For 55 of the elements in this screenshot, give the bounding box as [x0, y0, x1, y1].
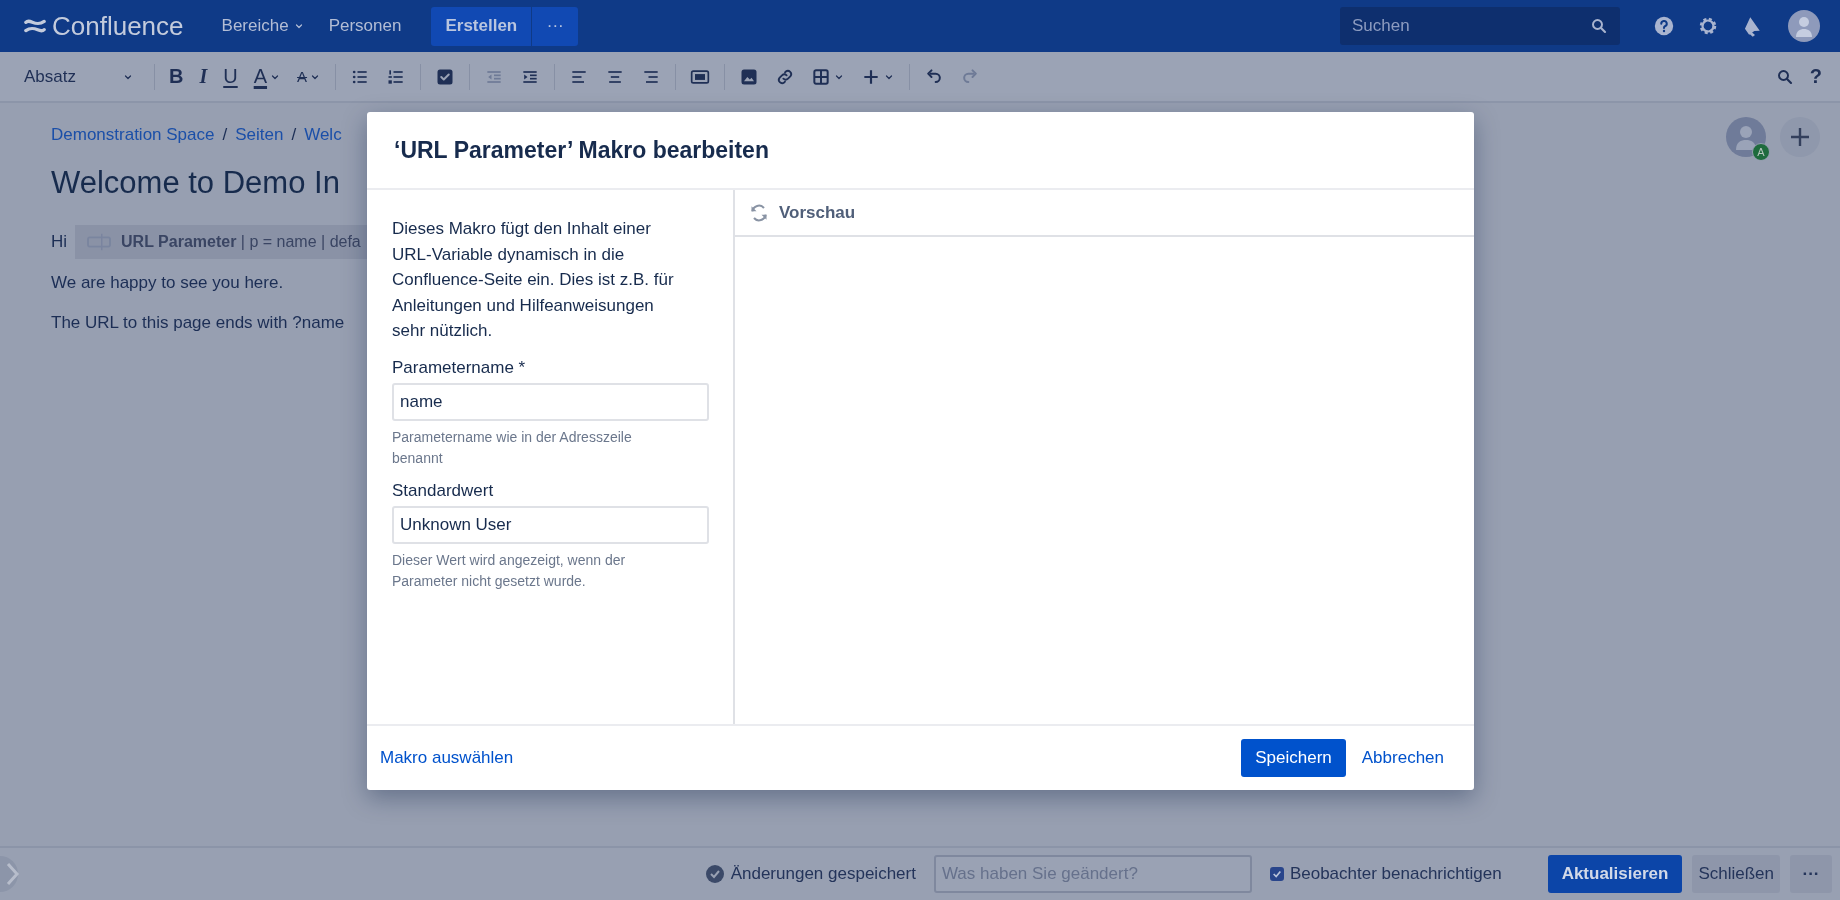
- page-title: Welcome to Demo In: [51, 165, 341, 201]
- search-icon: [1590, 17, 1608, 35]
- italic-button[interactable]: I: [191, 58, 216, 95]
- search-icon: [1775, 67, 1794, 86]
- check-circle-icon: [704, 864, 725, 884]
- preview-label: Vorschau: [779, 202, 856, 223]
- field-hint: Dieser Wert wird angezeigt, wenn der Parameter nicht gesetzt wurde.: [392, 550, 627, 591]
- nav-menu-item[interactable]: Bereiche: [209, 8, 317, 44]
- help-button[interactable]: ?: [1801, 58, 1830, 95]
- settings-icon: [1697, 15, 1719, 37]
- create-more-button[interactable]: ···: [531, 6, 579, 46]
- create-button[interactable]: Erstellen: [431, 6, 532, 46]
- update-button[interactable]: Aktualisieren: [1547, 855, 1683, 893]
- nav-menu-item[interactable]: Personen: [316, 8, 414, 44]
- dialog-title: ‘URL Parameter’ Makro bearbeiten: [394, 136, 769, 164]
- breadcrumb-link[interactable]: Seiten: [235, 125, 284, 145]
- close-button[interactable]: Schließen: [1692, 855, 1780, 893]
- bold-button[interactable]: B: [161, 58, 192, 95]
- select-macro-link[interactable]: Makro auswählen: [380, 748, 514, 768]
- profile-button[interactable]: [1788, 10, 1820, 42]
- more-actions-button[interactable]: ···: [1790, 855, 1832, 893]
- logo-text: Confluence: [52, 10, 184, 42]
- breadcrumb-link[interactable]: Welc: [304, 125, 342, 145]
- paragraph-style-dropdown[interactable]: Absatz: [16, 60, 142, 93]
- text-format-button[interactable]: A: [289, 58, 330, 95]
- breadcrumb-separator: /: [291, 125, 297, 145]
- field-hint: Parametername wie in der Adresszeile benannt: [392, 427, 633, 468]
- search-field[interactable]: Suchen: [1340, 7, 1620, 45]
- confluence-logo[interactable]: Confluence: [24, 10, 184, 42]
- save-status-text: Änderungen gespeichert: [730, 864, 916, 884]
- checkbox-label: Beobachter benachrichtigen: [1289, 864, 1502, 884]
- table-icon: [811, 66, 832, 87]
- save-button[interactable]: Speichern: [1241, 739, 1346, 777]
- refresh-icon: [749, 202, 769, 223]
- underline-button[interactable]: U: [215, 58, 246, 95]
- plus-icon: [1788, 125, 1812, 149]
- cancel-button[interactable]: Abbrechen: [1357, 739, 1448, 777]
- avatar-icon: [1726, 117, 1766, 157]
- breadcrumb-link[interactable]: Demonstration Space: [51, 125, 215, 145]
- paragraph-text: We are happy to see you here.: [51, 273, 284, 293]
- checkmark-icon: [1271, 869, 1282, 879]
- paragraph-text: Hi: [51, 232, 68, 252]
- add-button[interactable]: [1780, 117, 1820, 157]
- field-label: Standardwert: [392, 480, 495, 501]
- breadcrumb-separator: /: [222, 125, 228, 145]
- notify-checkbox[interactable]: [1269, 867, 1284, 881]
- user-badge: A: [1752, 143, 1770, 161]
- field-label: Parametername *: [392, 357, 527, 378]
- help-icon: [1653, 15, 1675, 37]
- macro-description: Dieses Makro fügt den Inhalt einer URL-Variable dynamisch in die Confluence-Seite ein. Dies ist z.B. für Anleitungen und Hilfeanweisungen sehr nützlich.: [392, 218, 675, 342]
- text-field[interactable]: Unknown User: [392, 505, 709, 544]
- text-color-button[interactable]: A: [245, 58, 290, 95]
- text-field[interactable]: name: [392, 382, 709, 421]
- paragraph-text: The URL to this page ends with ?name: [51, 313, 345, 333]
- avatar-icon: [1788, 10, 1820, 42]
